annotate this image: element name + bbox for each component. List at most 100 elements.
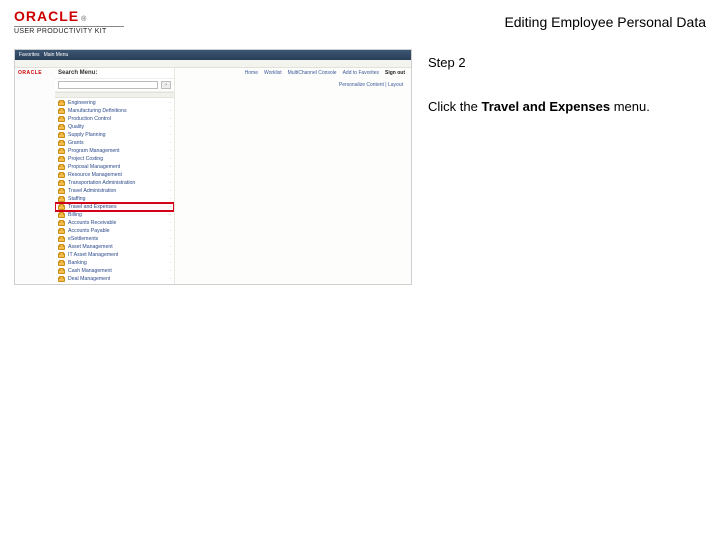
menu-item[interactable]: Transportation Administration·: [55, 179, 174, 187]
folder-icon: [58, 221, 65, 226]
menu-item[interactable]: Quality·: [55, 123, 174, 131]
menu-item[interactable]: Accounts Receivable ·: [55, 219, 174, 227]
menu-item-label: Staffing: [68, 196, 86, 202]
search-label: Search Menu:: [58, 70, 97, 76]
mini-logo: ORACLE: [15, 68, 55, 284]
chevron-right-icon: ·: [169, 148, 171, 154]
menu-item[interactable]: IT Asset Management ·: [55, 251, 174, 259]
topbar-favorites[interactable]: Favorites: [19, 52, 40, 58]
menu-item[interactable]: Production Control·: [55, 115, 174, 123]
step-text-prefix: Click the: [428, 99, 481, 114]
folder-icon: [58, 189, 65, 194]
screenshot-body: ORACLE Search Menu: › Engineering·Manufa…: [15, 68, 411, 284]
chevron-right-icon: ·: [169, 244, 171, 250]
chevron-right-icon: ·: [169, 196, 171, 202]
chevron-right-icon: ·: [169, 124, 171, 130]
menu-item[interactable]: Manufacturing Definitions·: [55, 107, 174, 115]
chevron-right-icon: ·: [169, 108, 171, 114]
folder-icon: [58, 101, 65, 106]
main-pane: Home Worklist MultiChannel Console Add t…: [175, 68, 411, 284]
menu-item-label: Transportation Administration: [68, 180, 135, 186]
folder-icon: [58, 261, 65, 266]
search-row: Search Menu:: [55, 68, 174, 79]
folder-icon: [58, 157, 65, 162]
step-label: Step 2: [428, 55, 702, 70]
menu-item-label: Accounts Receivable: [68, 220, 116, 226]
app-screenshot: Favorites Main Menu ORACLE Search Menu: …: [14, 49, 412, 285]
folder-icon: [58, 277, 65, 282]
folder-icon: [58, 253, 65, 258]
menu-item[interactable]: Deal Management·: [55, 275, 174, 283]
menu-item-label: Deal Management: [68, 276, 110, 282]
menu-item-label: Grants: [68, 140, 84, 146]
personalize-link[interactable]: Personalize Content | Layout: [339, 82, 403, 88]
chevron-right-icon: ·: [169, 236, 171, 242]
topbar-mainmenu[interactable]: Main Menu: [44, 52, 69, 58]
folder-icon: [58, 205, 65, 210]
search-input[interactable]: [58, 81, 158, 89]
chevron-right-icon: ·: [169, 260, 171, 266]
chevron-right-icon: ·: [169, 140, 171, 146]
menu-item[interactable]: Accounts Payable·: [55, 227, 174, 235]
menu-item[interactable]: Supply Planning·: [55, 131, 174, 139]
brand-word: ORACLE: [14, 8, 79, 24]
chevron-right-icon: ·: [169, 172, 171, 178]
menu-item[interactable]: Asset Management ·: [55, 243, 174, 251]
link-home[interactable]: Home: [245, 70, 258, 76]
menu-item[interactable]: Project Costing·: [55, 155, 174, 163]
menu-item[interactable]: Proposal Management·: [55, 163, 174, 171]
folder-icon: [58, 149, 65, 154]
header: ORACLE ® USER PRODUCTIVITY KIT Editing E…: [0, 0, 720, 39]
folder-icon: [58, 173, 65, 178]
menu-item[interactable]: Billing·: [55, 211, 174, 219]
chevron-right-icon: ·: [169, 164, 171, 170]
nav-menu: Engineering·Manufacturing Definitions·Pr…: [55, 98, 174, 284]
menu-item-label: Project Costing: [68, 156, 103, 162]
menu-item[interactable]: eSettlements·: [55, 235, 174, 243]
chevron-right-icon: ·: [169, 116, 171, 122]
folder-icon: [58, 245, 65, 250]
menu-item-label: Engineering: [68, 100, 96, 106]
search-go-button[interactable]: ›: [161, 81, 171, 89]
menu-item-travel-and-expenses[interactable]: Travel and Expenses ·: [55, 203, 174, 211]
menu-item-label: Travel Administration: [68, 188, 116, 194]
content-row: Favorites Main Menu ORACLE Search Menu: …: [0, 39, 720, 285]
menu-item[interactable]: Staffing ·: [55, 195, 174, 203]
step-text: Click the Travel and Expenses menu.: [428, 98, 702, 116]
menu-item[interactable]: Cash Management·: [55, 267, 174, 275]
menu-item-label: Cash Management: [68, 268, 112, 274]
link-mcf[interactable]: MultiChannel Console: [288, 70, 337, 76]
link-worklist[interactable]: Worklist: [264, 70, 282, 76]
folder-icon: [58, 165, 65, 170]
folder-icon: [58, 141, 65, 146]
brand-block: ORACLE ® USER PRODUCTIVITY KIT: [14, 8, 124, 35]
menu-item[interactable]: Program Management·: [55, 147, 174, 155]
menu-item-label: Billing: [68, 212, 82, 218]
sidebar: Search Menu: › Engineering·Manufacturing…: [55, 68, 175, 284]
menu-item[interactable]: Risk Management·: [55, 283, 174, 284]
menu-item-label: IT Asset Management: [68, 252, 118, 258]
folder-icon: [58, 133, 65, 138]
brand-registered: ®: [81, 16, 86, 23]
tool-links: Home Worklist MultiChannel Console Add t…: [245, 70, 405, 76]
chevron-right-icon: ·: [169, 252, 171, 258]
chevron-right-icon: ·: [169, 100, 171, 106]
link-signout[interactable]: Sign out: [385, 70, 405, 76]
menu-item[interactable]: Travel Administration·: [55, 187, 174, 195]
folder-icon: [58, 109, 65, 114]
chevron-right-icon: ·: [169, 204, 171, 210]
brand-logo: ORACLE ®: [14, 8, 124, 24]
menu-item[interactable]: Engineering ·: [55, 99, 174, 107]
search-input-row: ›: [55, 79, 174, 92]
step-text-suffix: menu.: [610, 99, 650, 114]
menu-item-label: Asset Management: [68, 244, 113, 250]
instruction-panel: Step 2 Click the Travel and Expenses men…: [422, 49, 706, 116]
menu-item-label: Travel and Expenses: [68, 204, 117, 210]
step-text-bold: Travel and Expenses: [481, 99, 610, 114]
menu-item[interactable]: Resource Management·: [55, 171, 174, 179]
chevron-right-icon: ·: [169, 228, 171, 234]
chevron-right-icon: ·: [169, 220, 171, 226]
menu-item[interactable]: Grants ·: [55, 139, 174, 147]
menu-item[interactable]: Banking·: [55, 259, 174, 267]
link-addfav[interactable]: Add to Favorites: [343, 70, 379, 76]
